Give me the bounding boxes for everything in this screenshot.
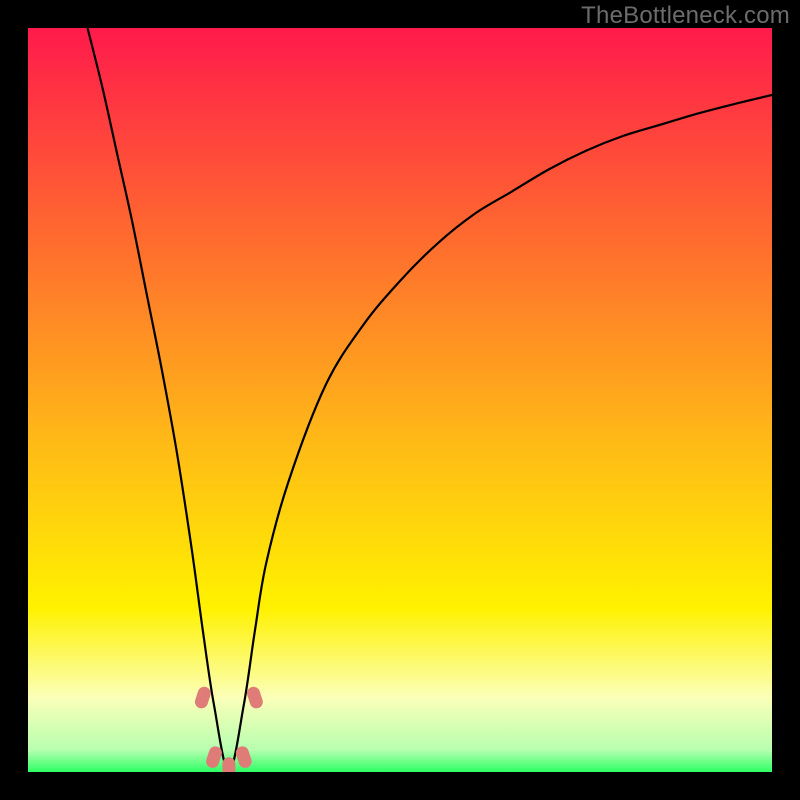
gradient-background <box>28 28 772 772</box>
watermark-text: TheBottleneck.com <box>581 2 790 30</box>
chart-svg <box>28 28 772 772</box>
plot-area <box>28 28 772 772</box>
curve-marker-2 <box>222 757 235 772</box>
chart-frame: TheBottleneck.com <box>0 0 800 800</box>
